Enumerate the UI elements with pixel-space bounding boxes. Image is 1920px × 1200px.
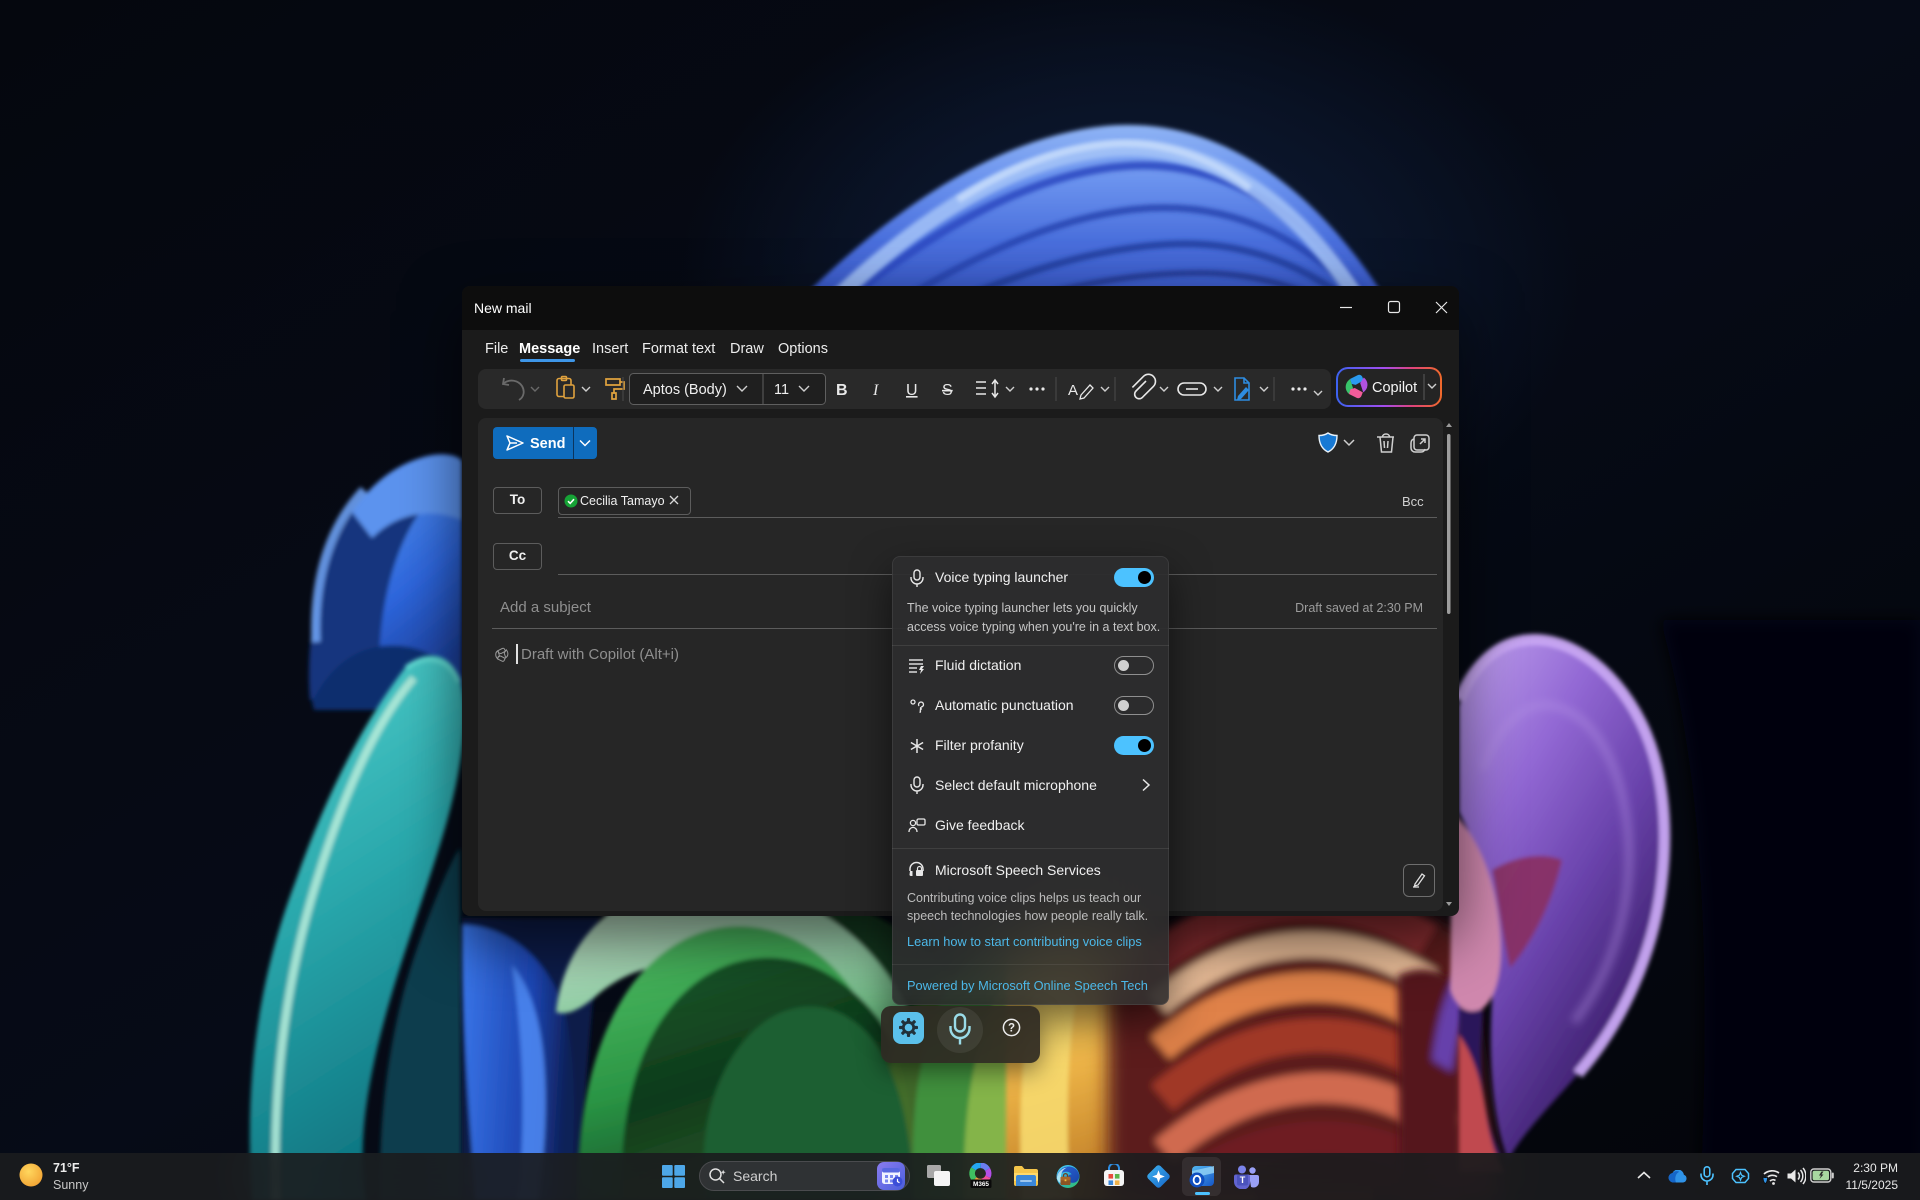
svg-text:A: A	[1068, 382, 1078, 399]
svg-text:T: T	[1240, 1175, 1246, 1185]
svg-text:Copilot: Copilot	[1372, 380, 1417, 396]
svg-text:B: B	[836, 382, 848, 399]
svg-text:11: 11	[774, 382, 789, 398]
svg-text:U: U	[906, 382, 918, 399]
svg-text:?: ?	[1008, 1023, 1015, 1035]
svg-text:Send: Send	[530, 436, 565, 452]
svg-text:M365: M365	[973, 1181, 989, 1188]
svg-text:I: I	[872, 382, 879, 399]
svg-text:Aptos (Body): Aptos (Body)	[643, 382, 727, 398]
svg-text:S: S	[942, 382, 953, 399]
